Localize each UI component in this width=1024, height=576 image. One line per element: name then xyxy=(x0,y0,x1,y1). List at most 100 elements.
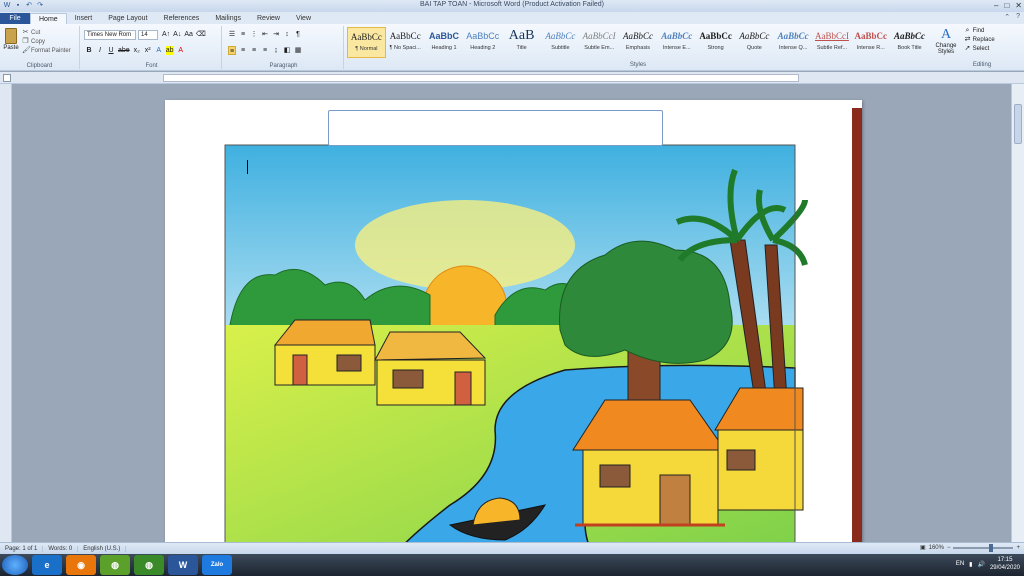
bullets-icon[interactable]: ☰ xyxy=(228,30,236,39)
replace-button[interactable]: ⇄ Replace xyxy=(964,36,995,43)
italic-button[interactable]: I xyxy=(96,46,104,55)
style-title[interactable]: AaB Title xyxy=(502,27,541,58)
justify-icon[interactable]: ≡ xyxy=(261,46,269,55)
close-icon[interactable]: ✕ xyxy=(1015,0,1022,11)
superscript-button[interactable]: x² xyxy=(144,46,152,55)
increase-indent-icon[interactable]: ⇥ xyxy=(272,30,280,39)
style-no-spacing[interactable]: AaBbCc ¶ No Spaci... xyxy=(386,27,425,58)
paste-button[interactable]: Paste xyxy=(3,28,19,51)
pasted-picture[interactable] xyxy=(165,100,862,542)
font-color-icon[interactable]: A xyxy=(177,46,185,55)
shrink-font-icon[interactable]: A↓ xyxy=(173,30,181,39)
firefox-icon[interactable]: ◉ xyxy=(66,555,96,575)
bold-button[interactable]: B xyxy=(85,46,93,55)
style-book-title[interactable]: AaBbCc Book Title xyxy=(890,27,929,58)
volume-icon[interactable]: 🔊 xyxy=(977,561,984,568)
text-box[interactable] xyxy=(328,110,663,146)
font-name-combo[interactable]: Times New Rom xyxy=(84,30,136,40)
tab-mailings[interactable]: Mailings xyxy=(207,13,249,24)
page-count[interactable]: Page: 1 of 1 xyxy=(0,545,44,552)
align-left-icon[interactable]: ≡ xyxy=(228,46,236,55)
text-cursor xyxy=(247,160,248,174)
numbering-icon[interactable]: ≡ xyxy=(239,30,247,39)
find-button[interactable]: ⌕ Find xyxy=(964,27,995,34)
style-intense-quote[interactable]: AaBbCc Intense Q... xyxy=(774,27,813,58)
sort-icon[interactable]: ↕ xyxy=(283,30,291,39)
multilevel-list-icon[interactable]: ⋮ xyxy=(250,30,258,39)
align-right-icon[interactable]: ≡ xyxy=(250,46,258,55)
document-page[interactable] xyxy=(165,100,862,542)
shading-icon[interactable]: ◧ xyxy=(283,46,291,55)
clock[interactable]: 17:15 29/04/2020 xyxy=(990,556,1020,572)
tab-insert[interactable]: Insert xyxy=(67,13,101,24)
change-case-icon[interactable]: Aa xyxy=(184,30,193,39)
undo-icon[interactable]: ↶ xyxy=(25,2,33,10)
borders-icon[interactable]: ▦ xyxy=(294,46,302,55)
grow-font-icon[interactable]: A↑ xyxy=(162,30,170,39)
style-subtle-emphasis[interactable]: AaBbCcI Subtle Em... xyxy=(580,27,619,58)
tab-review[interactable]: Review xyxy=(249,13,288,24)
tab-home[interactable]: Home xyxy=(30,13,67,24)
styles-gallery: AaBbCc ¶ Normal AaBbCc ¶ No Spaci... AaBbC… xyxy=(347,27,929,58)
scrollbar-thumb[interactable] xyxy=(1014,104,1022,144)
align-center-icon[interactable]: ≡ xyxy=(239,46,247,55)
style-subtle-reference[interactable]: AaBbCcI Subtle Ref... xyxy=(813,27,852,58)
language-tray[interactable]: EN xyxy=(956,561,964,567)
tab-page-layout[interactable]: Page Layout xyxy=(100,13,155,24)
redo-icon[interactable]: ↷ xyxy=(36,2,44,10)
print-layout-icon[interactable]: ▣ xyxy=(920,544,926,551)
start-button[interactable] xyxy=(2,555,28,575)
subscript-button[interactable]: x₂ xyxy=(133,46,141,55)
zoom-level[interactable]: 160% xyxy=(929,545,944,551)
minimize-icon[interactable]: – xyxy=(994,0,998,11)
paragraph-label: Paragraph xyxy=(269,63,298,69)
app-green-icon[interactable]: ◍ xyxy=(100,555,130,575)
text-effects-icon[interactable]: A xyxy=(155,46,163,55)
word-taskbar-icon[interactable]: W xyxy=(168,555,198,575)
font-size-combo[interactable]: 14 xyxy=(138,30,158,40)
ruler-track[interactable] xyxy=(163,74,799,82)
save-icon[interactable]: ▪ xyxy=(14,2,22,10)
clear-format-icon[interactable]: ⌫ xyxy=(196,30,206,39)
language-indicator[interactable]: English (U.S.) xyxy=(78,545,127,552)
style-subtitle[interactable]: AaBbCc Subtitle xyxy=(541,27,580,58)
word-count[interactable]: Words: 0 xyxy=(43,545,79,552)
underline-button[interactable]: U xyxy=(107,46,115,55)
ie-icon[interactable]: e xyxy=(32,555,62,575)
strikethrough-button[interactable]: abe xyxy=(118,46,130,55)
format-painter-button[interactable]: 🖌 Format Painter xyxy=(22,47,71,54)
help-icon[interactable]: ? xyxy=(1016,13,1020,21)
minimize-ribbon-icon[interactable]: ⌃ xyxy=(1004,13,1010,21)
zoom-thumb[interactable] xyxy=(989,543,994,552)
change-styles-button[interactable]: A Change Styles xyxy=(932,27,960,55)
tab-selector-button[interactable] xyxy=(3,74,11,82)
zalo-icon[interactable]: Zalo xyxy=(202,555,232,575)
select-button[interactable]: ➚ Select xyxy=(964,45,995,52)
style-intense-reference[interactable]: AaBbCc Intense R... xyxy=(851,27,890,58)
style-intense-emphasis[interactable]: AaBbCc Intense E... xyxy=(657,27,696,58)
tab-file[interactable]: File xyxy=(0,13,30,24)
decrease-indent-icon[interactable]: ⇤ xyxy=(261,30,269,39)
network-icon[interactable]: ▮ xyxy=(969,561,972,568)
style-normal[interactable]: AaBbCc ¶ Normal xyxy=(347,27,386,58)
document-area[interactable] xyxy=(12,84,1011,542)
zoom-in-icon[interactable]: + xyxy=(1016,545,1020,551)
show-marks-icon[interactable]: ¶ xyxy=(294,30,302,39)
style-strong[interactable]: AaBbCc Strong xyxy=(696,27,735,58)
app-green2-icon[interactable]: ◍ xyxy=(134,555,164,575)
zoom-out-icon[interactable]: − xyxy=(947,545,951,551)
style-quote[interactable]: AaBbCc Quote xyxy=(735,27,774,58)
line-spacing-icon[interactable]: ↨ xyxy=(272,46,280,55)
copy-button[interactable]: ❐ Copy xyxy=(22,38,71,45)
word-icon[interactable]: W xyxy=(3,2,11,10)
tab-view[interactable]: View xyxy=(288,13,319,24)
cut-button[interactable]: ✂ Cut xyxy=(22,29,71,36)
style-heading-2[interactable]: AaBbCc Heading 2 xyxy=(463,27,502,58)
tab-references[interactable]: References xyxy=(156,13,208,24)
zoom-slider[interactable] xyxy=(953,543,1014,552)
maximize-icon[interactable]: □ xyxy=(1004,0,1009,11)
highlight-icon[interactable]: ab xyxy=(165,46,174,55)
style-heading-1[interactable]: AaBbC Heading 1 xyxy=(425,27,464,58)
vertical-scrollbar[interactable] xyxy=(1011,84,1024,542)
style-emphasis[interactable]: AaBbCc Emphasis xyxy=(619,27,658,58)
